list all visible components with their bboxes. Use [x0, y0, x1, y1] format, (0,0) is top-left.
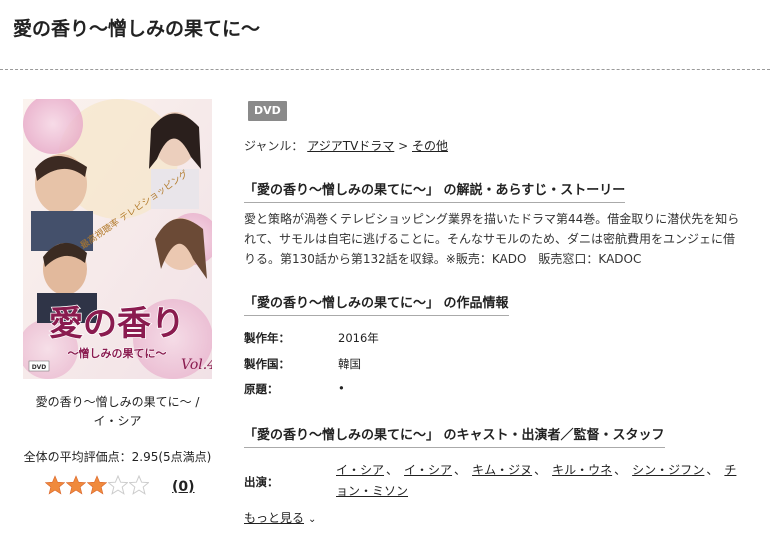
page-title: 愛の香り〜憎しみの果てに〜 [13, 18, 261, 40]
format-badge: DVD [248, 101, 287, 121]
info-key: 製作年： [244, 331, 290, 345]
show-more-link[interactable]: もっと見る ⌄ [244, 509, 316, 526]
cast-member-link[interactable]: キル・ウネ [552, 463, 612, 477]
average-rating-text: 全体の平均評価点：2.95(5点満点) [23, 450, 212, 464]
synopsis-heading: 「愛の香り〜憎しみの果てに〜」 の解説・あらすじ・ストーリー [244, 179, 626, 203]
info-key: 製作国： [244, 357, 290, 371]
genre-breadcrumb: ジャンル： アジアTVドラマ > その他 [244, 137, 448, 154]
cast-member-link[interactable]: キム・ジヌ [472, 463, 532, 477]
star-empty-icon [108, 475, 128, 495]
cast-separator: 、 [534, 463, 547, 477]
genre-link-other[interactable]: その他 [412, 139, 448, 153]
cast-member-link[interactable]: イ・シア [336, 463, 384, 477]
cast-list: イ・シア、イ・シア、キム・ジヌ、キル・ウネ、シン・ジフン、チョン・ミソン [336, 460, 746, 502]
cast-separator: 、 [386, 463, 399, 477]
chevron-down-icon: ⌄ [308, 514, 317, 525]
star-filled-icon [45, 475, 65, 495]
star-empty-icon [129, 475, 149, 495]
dvd-cover-image[interactable]: 最高視聴率 テレビショッピング 愛の香り 〜憎しみの果てに〜 Vol.44 DV… [23, 99, 212, 379]
info-key: 原題： [244, 382, 279, 396]
caption-cast: イ・シア [93, 414, 142, 428]
review-count-link[interactable]: (0) [172, 479, 195, 495]
header-divider [0, 69, 770, 70]
cover-volume: Vol.44 [181, 357, 212, 373]
cast-separator: 、 [614, 463, 627, 477]
show-more-label: もっと見る [244, 511, 305, 525]
cast-heading: 「愛の香り〜憎しみの果てに〜」 のキャスト・出演者／監督・スタッフ [244, 424, 665, 448]
star-rating [45, 475, 149, 495]
cover-title: 愛の香り [49, 304, 185, 344]
cast-label: 出演： [244, 475, 279, 489]
info-value: • [338, 381, 345, 395]
cover-caption: 愛の香り〜憎しみの果てに〜 / イ・シア [23, 393, 212, 431]
star-filled-icon [87, 475, 107, 495]
cast-member-link[interactable]: シン・ジフン [632, 463, 704, 477]
cover-artwork: 最高視聴率 テレビショッピング 愛の香り 〜憎しみの果てに〜 Vol.44 DV… [23, 99, 212, 379]
cover-dvd-logo: DVD [32, 364, 47, 371]
cover-subtitle: 〜憎しみの果てに〜 [68, 346, 167, 360]
cast-separator: 、 [454, 463, 467, 477]
star-filled-icon [66, 475, 86, 495]
synopsis-text: 愛と策略が渦巻くテレビショッピング業界を描いたドラマ第44巻。借金取りに潜伏先を… [244, 212, 740, 266]
genre-separator: > [398, 139, 412, 153]
info-value: 2016年 [338, 331, 379, 345]
genre-link-asian-tv-drama[interactable]: アジアTVドラマ [307, 139, 394, 153]
info-heading: 「愛の香り〜憎しみの果てに〜」 の作品情報 [244, 292, 509, 316]
cast-separator: 、 [706, 463, 719, 477]
info-value: 韓国 [338, 357, 361, 371]
cast-member-link[interactable]: イ・シア [404, 463, 452, 477]
genre-label: ジャンル： [244, 139, 304, 153]
caption-title-link[interactable]: 愛の香り〜憎しみの果てに〜 / [23, 393, 212, 412]
